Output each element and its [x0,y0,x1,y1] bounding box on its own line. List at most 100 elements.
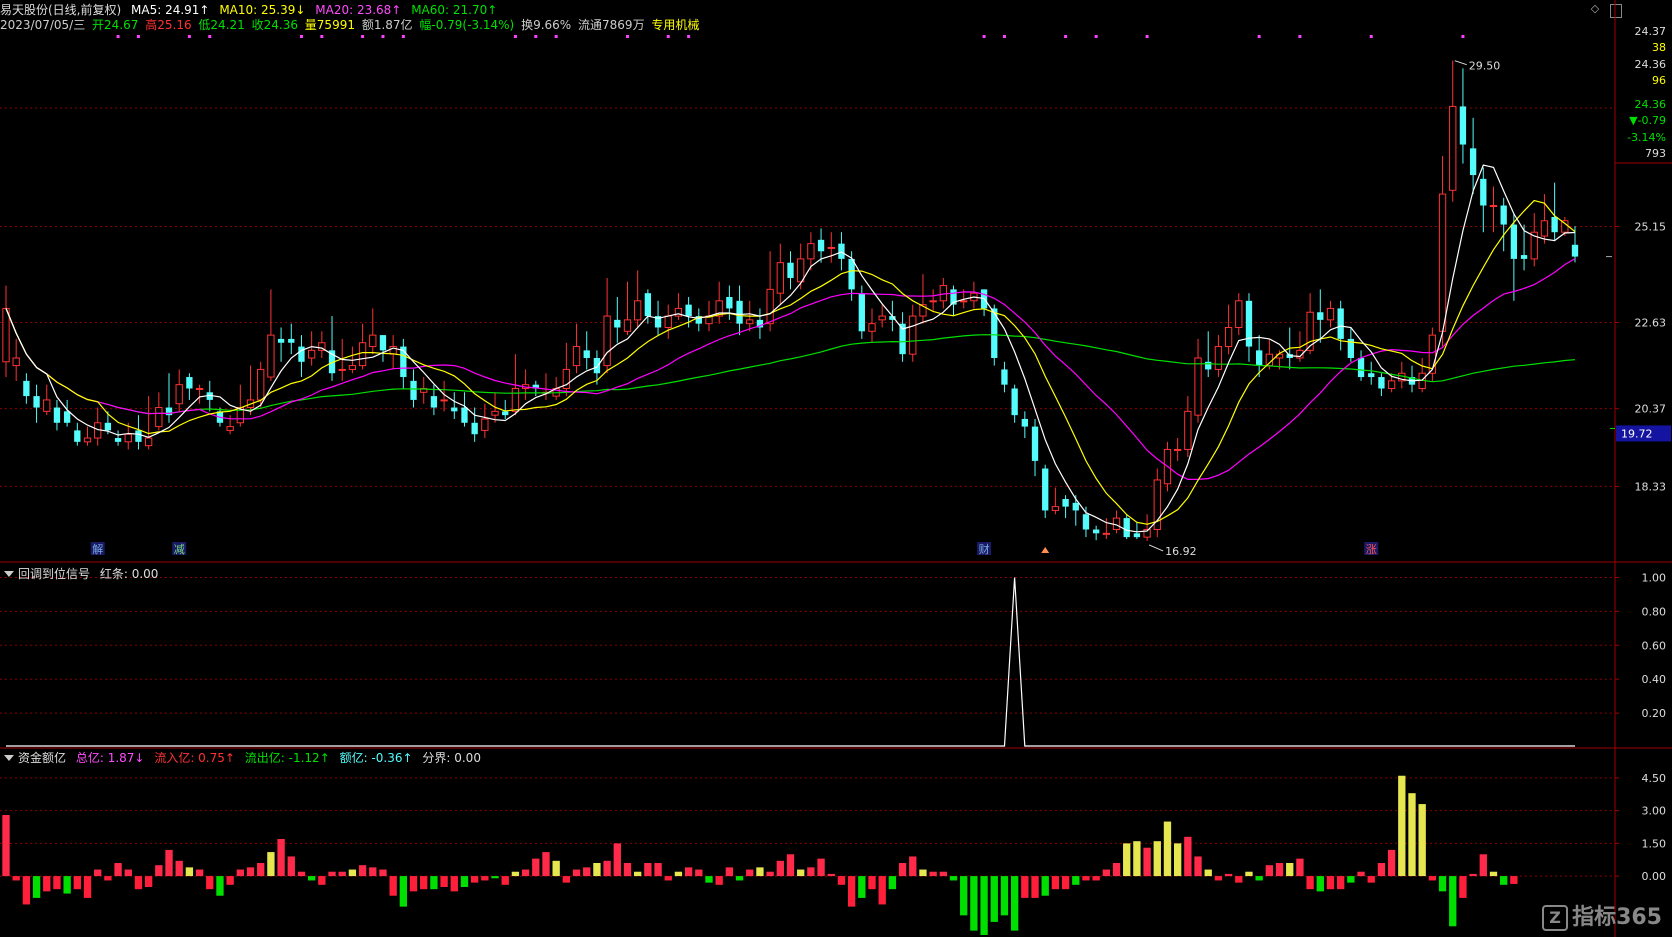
flow-bar [22,876,31,905]
candle-body [1438,193,1447,332]
indicator2-name[interactable]: 资金额亿 [18,751,66,765]
info-box-value-1: 38 [1652,41,1666,54]
flow-bar [460,876,469,887]
flow-bar [1398,775,1406,877]
flow-bar [43,876,51,892]
candle-body [440,399,448,402]
flow-bar [1163,821,1172,877]
price-tick-label: 20.37 [1635,403,1667,416]
signal-dot [1094,35,1098,38]
flow-bar [786,854,795,877]
candle-body [369,334,377,348]
flow-bar [847,876,856,907]
flow-bar [277,839,285,877]
candle-body [491,410,499,416]
candle-body [817,239,825,252]
flow-tick-label: 0.00 [1642,870,1667,883]
z-logo-icon: Z [1542,905,1569,931]
candle-body [726,297,733,309]
flow-bar [634,871,642,877]
low-price-label: 16.92 [1165,545,1197,558]
flow-bar [1112,863,1121,877]
flow-bar [1459,876,1467,898]
flow-tick-label: 3.00 [1642,805,1667,818]
flow-bar [1449,876,1457,927]
info-box-value-4: 24.36 [1635,98,1667,111]
flow-bar [1000,876,1009,916]
flow-bar [654,863,662,877]
info-box-value-0: 24.37 [1635,25,1667,38]
flow-bar [328,871,336,877]
flow-bar [73,876,81,890]
candle-body [736,300,743,324]
candle-body [430,396,438,408]
flow-bar [307,876,316,881]
candle-body [787,262,794,278]
flow-bar [1133,841,1141,877]
flow-bar [644,863,652,877]
candle-body [1449,105,1457,191]
flow-bar [898,863,907,877]
flow-bar [695,869,703,877]
signal-dot [687,35,691,38]
signal-tick-label: 0.60 [1642,639,1667,652]
candle-body [685,304,692,317]
candle-body [338,368,346,371]
candle-body [267,334,275,378]
flow-bar [746,869,754,877]
indicator1-header: 回调到位信号 红条: 0.00 [18,566,164,582]
candle-body [298,346,305,362]
candle-body [1072,502,1079,511]
flow-bar [858,876,866,898]
signal-dot [401,35,405,38]
flow-bar [134,876,143,890]
candle-body [1317,312,1324,320]
flow-bar [2,815,10,877]
flow-bar [144,876,153,887]
flow-bar [389,876,397,896]
high-pointer [1454,60,1467,66]
indicator1-name[interactable]: 回调到位信号 [18,567,90,581]
candle-body [379,335,387,351]
stock-chart[interactable]: 18.33 20.37 22.63 25.15 29.50 16.92 解 减 财 涨 19.72 2… [0,0,1672,937]
candle-body [572,346,581,367]
candle-body [1489,205,1498,208]
flow-bar [481,876,489,881]
indicator2-header: 资金额亿 总亿: 1.87↓ 流入亿: 0.75↑ 流出亿: -1.12↑ 额亿… [18,750,487,766]
candle-body [776,262,784,294]
candle-body [1551,216,1558,233]
candle-body [1082,514,1090,530]
indicator2-net: 额亿: -0.36↑ [339,751,413,765]
candle-body [1042,468,1049,511]
flow-bar [1010,876,1019,931]
candle-body [358,342,367,367]
candle-body [1571,244,1579,257]
candle-body [53,407,61,423]
current-price-tag: 19.72 [1621,427,1653,440]
flow-bar [1438,876,1447,892]
candle-body [481,418,489,431]
signal-line [6,577,1575,747]
indicator1-collapse-icon[interactable] [4,571,14,577]
candle-body [165,407,173,416]
flow-bar [1204,869,1212,877]
candle-body [909,315,917,355]
signal-dot [1461,35,1465,38]
flow-bar [246,867,255,877]
flow-bar [613,843,621,877]
flow-bar [664,876,672,881]
flow-bar [878,876,886,905]
flow-bar [888,876,897,890]
marker-cai: 财 [979,542,990,556]
indicator2-collapse-icon[interactable] [4,755,14,761]
flow-bar [297,871,306,877]
candle-body [135,430,142,442]
signal-tick-label: 1.00 [1642,571,1667,584]
flow-bar [521,869,530,877]
flow-bar [1510,876,1518,884]
candle-body [1357,357,1365,378]
candle-body [644,293,652,317]
flow-bar [287,856,295,877]
flow-bar [1357,871,1365,877]
flow-bar [929,871,937,877]
